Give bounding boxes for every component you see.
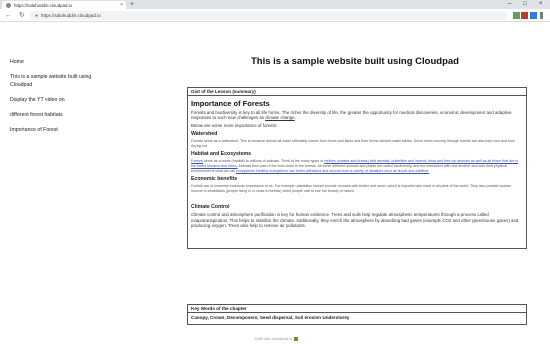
keywords-header: Key Words of the chapter [188,305,526,313]
habitat-text: Forests serve as a home (habitat) to mil… [191,159,519,173]
summary-content: Importance of Forests Forests and biodiv… [188,96,526,233]
tab-close-icon[interactable]: × [120,2,123,8]
window-minimize-button[interactable]: – [508,0,511,9]
browser-tab[interactable]: https://salahuddin.cloudpad.io × [2,1,126,9]
site-favicon-icon [6,2,11,8]
watershed-heading: Watershed [191,131,218,138]
summary-box: Gist of the Lesson (summary) Importance … [187,87,527,249]
extension-icon[interactable] [513,12,520,19]
tab-title: https://salahuddin.cloudpad.io [14,2,73,8]
summary-header: Gist of the Lesson (summary) [188,88,526,96]
ecosystems-link[interactable]: ecosystems Healthy ecosystems can better… [236,169,429,173]
watershed-text: Forests serve as a watershed. This is be… [191,139,516,148]
footer: ...built with cloudpad.io [0,336,550,341]
new-tab-button[interactable]: + [130,1,134,9]
keywords-box: Key Words of the chapter Canopy, Crown, … [187,304,527,325]
sidebar-item-yt-video[interactable]: Display the YT video on [10,96,100,104]
address-url: https://salahuddin.cloudpad.io [41,13,101,18]
extension-icon[interactable] [521,12,528,19]
sidebar-item-forest-habitats[interactable]: different forest habitats [10,111,100,119]
economic-heading: Economic benefits [191,176,238,183]
climate-change-link[interactable]: climate change [265,115,295,120]
window-close-button[interactable]: × [539,0,543,9]
forests-link[interactable]: Forests [191,159,203,163]
window-maximize-button[interactable]: □ [523,0,527,9]
back-button[interactable]: ← [5,10,12,21]
page-title: This is a sample website built using Clo… [251,56,459,67]
cloudpad-logo-icon [294,336,299,341]
keywords-text: Canopy, Crown, Decomposers, Seed dispers… [191,315,350,320]
address-bar[interactable]: ● https://salahuddin.cloudpad.io [30,11,508,20]
sidebar-item-sample-website[interactable]: This is a sample website built using Clo… [10,73,100,89]
economic-text: Forests are of immense economic importan… [191,184,512,193]
reload-button[interactable]: ↻ [19,10,25,21]
sidebar-item-importance-of-forest[interactable]: Importance of Forest [10,126,100,134]
menu-kebab-icon[interactable] [540,12,543,19]
habitat-heading: Habitat and Ecosystems [191,151,251,158]
climate-text: Climate control and atmosphere purificat… [191,212,519,229]
lock-icon: ● [35,12,39,19]
footer-text[interactable]: ...built with cloudpad.io [252,336,292,341]
climate-heading: Climate Control [191,204,230,211]
intro-paragraph: Forests and biodiversity is key to all l… [191,110,512,121]
summary-heading: Importance of Forests [191,99,270,108]
profile-icon[interactable] [530,12,537,19]
sidebar-nav: Home This is a sample website built usin… [10,58,100,134]
more-importance-line: Below are some more importance of forest… [191,122,278,128]
sidebar-item-home[interactable]: Home [10,58,100,66]
browser-tab-bar: https://salahuddin.cloudpad.io × + – □ × [0,0,550,9]
browser-toolbar: ← ↻ ● https://salahuddin.cloudpad.io [0,9,550,22]
